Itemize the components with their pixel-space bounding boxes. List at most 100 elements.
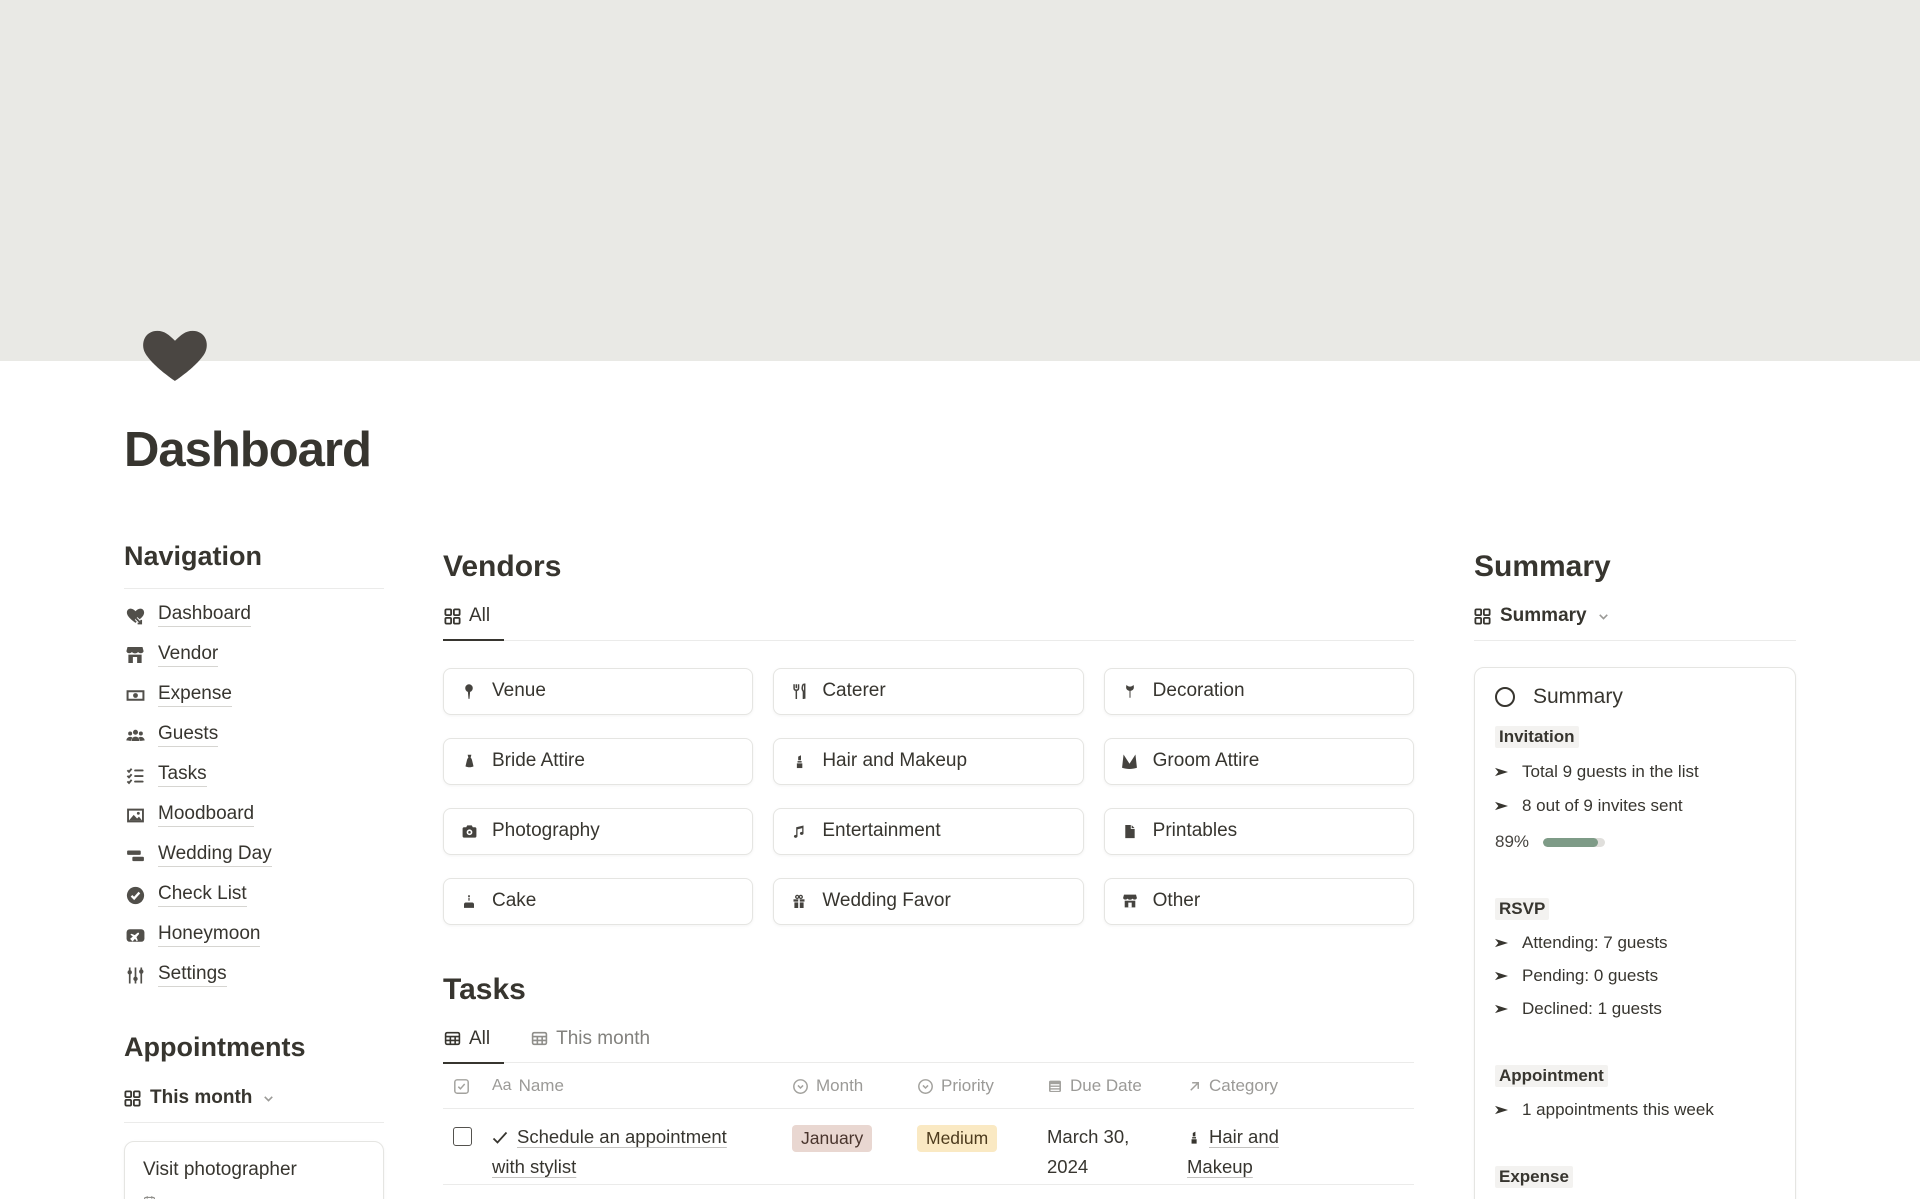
vendor-card-other[interactable]: Other xyxy=(1104,878,1414,925)
summary-card-title-row: Summary xyxy=(1495,685,1775,709)
sidebar-item-label: Settings xyxy=(158,963,227,987)
arrow-bullet-icon xyxy=(1495,801,1508,812)
task-title-link[interactable]: Schedule an appointment with stylist xyxy=(492,1126,727,1177)
tasks-tab-this-month[interactable]: This month xyxy=(530,1028,664,1063)
vendor-card-caterer[interactable]: Caterer xyxy=(773,668,1083,715)
arrow-bullet-icon xyxy=(1495,1004,1508,1015)
task-category-cell[interactable]: Hair and Makeup xyxy=(1187,1122,1309,1182)
sidebar-item-expense[interactable]: Expense xyxy=(124,675,384,715)
sidebar-item-check-list[interactable]: Check List xyxy=(124,875,384,915)
table-icon xyxy=(531,1030,548,1047)
summary-card[interactable]: Summary Invitation Total 9 guests in the… xyxy=(1474,667,1796,1199)
arrow-bullet-icon xyxy=(1495,767,1508,778)
pin-icon xyxy=(460,682,478,700)
appointments-heading: Appointments xyxy=(124,1031,384,1063)
sidebar-item-honeymoon[interactable]: Honeymoon xyxy=(124,915,384,955)
sidebar-item-label: Guests xyxy=(158,723,218,747)
column-header-name[interactable]: Aa Name xyxy=(492,1076,792,1096)
tab-label: All xyxy=(469,605,490,627)
view-label: This month xyxy=(150,1087,252,1109)
vendor-card-decoration[interactable]: Decoration xyxy=(1104,668,1414,715)
sidebar-item-label: Expense xyxy=(158,683,232,707)
vendors-tab-all[interactable]: All xyxy=(443,605,504,641)
navigation-list: Dashboard Vendor Expense Guests Tasks xyxy=(124,595,384,995)
sidebar-item-moodboard[interactable]: Moodboard xyxy=(124,795,384,835)
page-title[interactable]: Dashboard xyxy=(124,424,371,478)
section-label-rsvp: RSVP xyxy=(1495,898,1549,920)
row-checkbox[interactable] xyxy=(453,1127,472,1146)
view-label: Summary xyxy=(1500,605,1587,627)
sidebar-item-wedding-day[interactable]: Wedding Day xyxy=(124,835,384,875)
tab-label: All xyxy=(469,1028,490,1050)
summary-card-title: Summary xyxy=(1533,685,1623,709)
vendor-card-entertainment[interactable]: Entertainment xyxy=(773,808,1083,855)
vendor-card-cake[interactable]: Cake xyxy=(443,878,753,925)
column-header-month[interactable]: Month xyxy=(792,1076,917,1096)
vendors-heading: Vendors xyxy=(443,548,1414,585)
date-icon xyxy=(143,1195,365,1199)
section-label-expense: Expense xyxy=(1495,1166,1573,1188)
music-note-icon xyxy=(790,822,808,840)
vendor-card-photography[interactable]: Photography xyxy=(443,808,753,855)
sidebar-item-vendor[interactable]: Vendor xyxy=(124,635,384,675)
vendors-tabbar: All xyxy=(443,605,1414,641)
arrow-bullet-icon xyxy=(1495,1105,1508,1116)
progress-fill xyxy=(1543,838,1598,847)
sidebar: Navigation Dashboard Vendor Expense Gu xyxy=(124,540,384,1199)
storefront-icon xyxy=(124,645,146,665)
invitation-progress: 89% xyxy=(1495,832,1775,852)
task-name-cell[interactable]: Schedule an appointment with stylist xyxy=(492,1122,792,1182)
summary-heading: Summary xyxy=(1474,548,1796,585)
vendor-card-hair-makeup[interactable]: Hair and Makeup xyxy=(773,738,1083,785)
vendor-card-venue[interactable]: Venue xyxy=(443,668,753,715)
chevron-down-icon xyxy=(261,1091,276,1106)
appointment-card-title: Visit photographer xyxy=(143,1159,365,1181)
column-header-due-date[interactable]: Due Date xyxy=(1047,1076,1187,1096)
tasks-tab-all[interactable]: All xyxy=(443,1028,504,1064)
task-priority-cell[interactable]: Medium xyxy=(917,1122,1047,1153)
section-label-appointment: Appointment xyxy=(1495,1065,1608,1087)
image-icon xyxy=(124,805,146,825)
vendor-card-label: Hair and Makeup xyxy=(822,750,967,772)
sidebar-item-settings[interactable]: Settings xyxy=(124,955,384,995)
summary-view-selector[interactable]: Summary xyxy=(1474,605,1796,641)
heart-icon[interactable] xyxy=(137,318,213,390)
tasks-table-header: Aa Name Month Priority Due Date Catego xyxy=(443,1063,1414,1109)
vendor-grid: Venue Caterer Decoration Bride Attire Ha… xyxy=(443,668,1414,925)
calendar-icon xyxy=(1047,1078,1063,1094)
select-property-icon xyxy=(792,1078,809,1095)
main-content: Vendors All Venue Caterer Decoration Bri… xyxy=(443,548,1414,1185)
summary-bullet: 1 appointments this week xyxy=(1495,1100,1775,1120)
summary-bullet: 8 out of 9 invites sent xyxy=(1495,796,1775,816)
vendor-card-label: Other xyxy=(1153,890,1201,912)
vendor-card-label: Caterer xyxy=(822,680,885,702)
column-header-priority[interactable]: Priority xyxy=(917,1076,1047,1096)
vendor-card-printables[interactable]: Printables xyxy=(1104,808,1414,855)
task-month-cell[interactable]: January xyxy=(792,1122,917,1153)
dress-icon xyxy=(460,752,478,770)
column-header-category[interactable]: Category xyxy=(1187,1076,1414,1096)
task-due-date-cell[interactable]: March 30, 2024 xyxy=(1047,1122,1187,1182)
gallery-grid-icon xyxy=(124,1090,141,1107)
sidebar-item-label: Tasks xyxy=(158,763,207,787)
sidebar-item-label: Dashboard xyxy=(158,603,251,627)
vendor-card-groom-attire[interactable]: Groom Attire xyxy=(1104,738,1414,785)
appointment-card[interactable]: Visit photographer xyxy=(124,1141,384,1199)
sidebar-item-label: Check List xyxy=(158,883,247,907)
progress-percent: 89% xyxy=(1495,832,1529,852)
arrow-up-right-icon xyxy=(1187,1079,1202,1094)
chevron-down-icon xyxy=(1596,609,1611,624)
sidebar-item-tasks[interactable]: Tasks xyxy=(124,755,384,795)
summary-bullet: Pending: 0 guests xyxy=(1495,966,1775,986)
vendor-card-wedding-favor[interactable]: Wedding Favor xyxy=(773,878,1083,925)
sidebar-item-dashboard[interactable]: Dashboard xyxy=(124,595,384,635)
section-label-invitation: Invitation xyxy=(1495,726,1579,748)
appointments-view-selector[interactable]: This month xyxy=(124,1087,384,1123)
sidebar-item-guests[interactable]: Guests xyxy=(124,715,384,755)
lipstick-icon xyxy=(1187,1130,1201,1145)
bars-icon xyxy=(124,845,146,865)
sliders-icon xyxy=(124,965,146,985)
vendor-card-bride-attire[interactable]: Bride Attire xyxy=(443,738,753,785)
tab-label: This month xyxy=(556,1028,650,1050)
checklist-icon xyxy=(124,765,146,785)
